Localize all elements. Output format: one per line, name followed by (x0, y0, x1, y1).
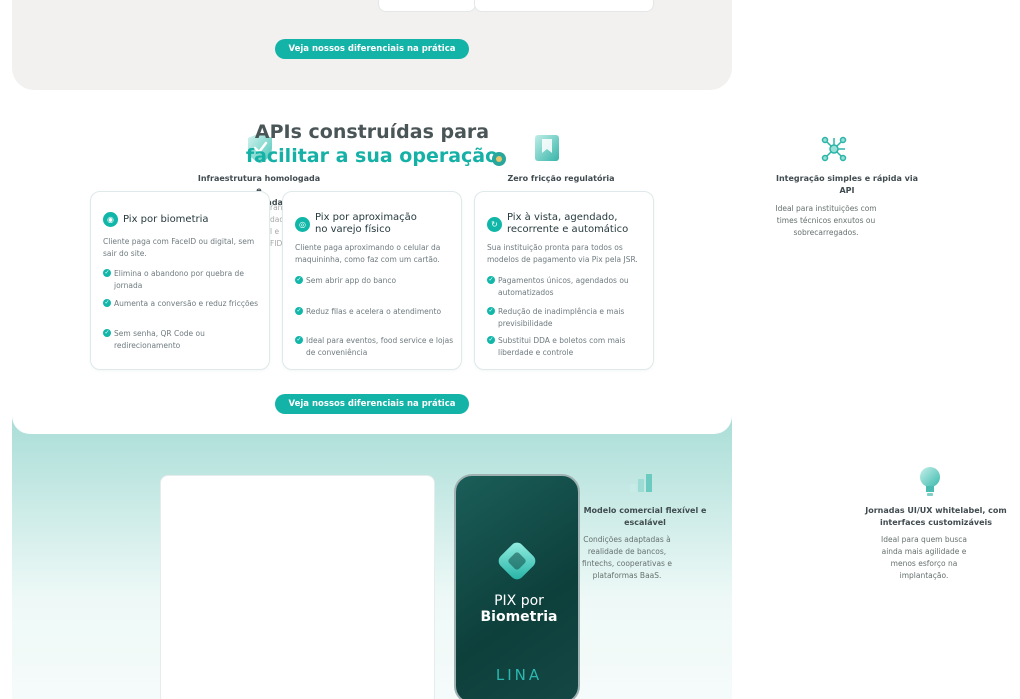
card-header: ↻ Pix à vista, agendado, recorrente e au… (487, 212, 628, 236)
lightbulb-icon (918, 465, 942, 503)
check-icon: ✓ (487, 276, 495, 284)
feature-title-line: interfaces customizáveis (879, 518, 993, 527)
card-header: ◎ Pix por aproximação no varejo físico (295, 212, 417, 236)
bullet-text: Aumenta a conversão e reduz fricções (114, 299, 259, 308)
check-icon: ✓ (487, 307, 495, 315)
media-panel (160, 475, 435, 699)
card-desc: Cliente paga com FaceID ou digital, sem … (103, 237, 255, 258)
phone-title-line2: Biometria (480, 609, 558, 625)
feature-desc-line: Ideal para quem busca (880, 535, 968, 544)
card-title-line: Pix à vista, agendado, (507, 212, 618, 223)
bullet-text: Pagamentos únicos, agendados ou automati… (498, 276, 629, 297)
list-item: ✓ Sem abrir app do banco (295, 275, 455, 287)
check-icon: ✓ (295, 276, 303, 284)
card-pix-aproximacao: ◎ Pix por aproximação no varejo físico C… (282, 191, 462, 370)
feature-desc-line: Ideal para instituições com (775, 204, 877, 213)
card-desc: Cliente paga aproximando o celular da ma… (295, 243, 441, 264)
check-icon: ✓ (487, 336, 495, 344)
network-icon (820, 135, 848, 167)
refresh-icon: ↻ (487, 216, 502, 232)
card-desc: Sua instituição pronta para todos os mod… (487, 243, 638, 264)
check-icon: ✓ (295, 336, 303, 344)
card-title-line: no varejo físico (315, 224, 391, 235)
section-heading-accent: facilitar a sua operação (245, 145, 499, 167)
card-title-line: recorrente e automático (507, 224, 629, 235)
section-heading: APIs construídas para (254, 121, 490, 143)
feature-desc-line: realidade de bancos, (587, 547, 667, 556)
bullet-text: Substitui DDA e boletos com mais liberda… (498, 336, 626, 357)
top-card-right (474, 0, 654, 12)
feature-title-line: API (839, 186, 855, 195)
check-icon: ✓ (103, 299, 111, 307)
feature-title-integracao: Integração simples e rápida via API (775, 173, 919, 197)
check-icon: ✓ (295, 307, 303, 315)
list-item: ✓ Elimina o abandono por quebra de jornad… (103, 268, 263, 292)
cta-bottom-button[interactable]: Veja nossos diferenciais na prática (275, 394, 469, 414)
scroll-indicator-icon (491, 151, 507, 171)
phone-mockup: PIX por Biometria LINA (454, 474, 580, 699)
feature-title-line: Integração simples e rápida via (776, 174, 918, 183)
feature-title-modelo: Modelo comercial flexível e escalável (582, 505, 708, 529)
list-item: ✓ Reduz filas e acelera o atendimento (295, 306, 455, 318)
feature-title-line: escalável (624, 518, 666, 527)
card-title: Pix por aproximação no varejo físico (315, 212, 417, 236)
feature-desc-modelo: Condições adaptadas à realidade de banco… (572, 534, 682, 582)
bullet-text: Redução de inadimplência e mais previsib… (498, 307, 625, 328)
feature-desc-line: menos esforço na (890, 559, 958, 568)
feature-desc-jornadas: Ideal para quem busca ainda mais agilida… (864, 534, 984, 582)
feature-desc-line: Condições adaptadas à (583, 535, 671, 544)
check-icon: ✓ (103, 269, 111, 277)
phone-title-line1: PIX por (494, 593, 544, 609)
feature-title-zero: Zero fricção regulatória (507, 174, 615, 183)
card-pix-biometria: ◉ Pix por biometria Cliente paga com Fac… (90, 191, 270, 370)
list-item: ✓ Ideal para eventos, food service e loja… (295, 335, 455, 359)
brand-logo: LINA (495, 666, 543, 684)
feature-desc-line: times técnicos enxutos ou (776, 216, 876, 225)
feature-desc-line: ainda mais agilidade e (881, 547, 967, 556)
feature-title-jornadas: Jornadas UI/UX whitelabel, com interface… (862, 505, 1010, 529)
card-title-line: Pix por aproximação (315, 212, 417, 223)
top-card-left (378, 0, 476, 12)
bullet-text: Sem abrir app do banco (306, 276, 397, 285)
check-icon: ✓ (103, 329, 111, 337)
bullet-text: Ideal para eventos, food service e lojas… (306, 336, 454, 357)
card-title: Pix por biometria (123, 213, 209, 225)
contactless-icon: ◎ (295, 216, 310, 232)
feature-title-line: Modelo comercial flexível e (583, 506, 707, 515)
pix-logo-icon (498, 542, 536, 580)
card-header: ◉ Pix por biometria (103, 212, 209, 227)
list-item: ✓ Sem senha, QR Code ou redirecionamento (103, 328, 263, 352)
bar-chart-icon (628, 470, 658, 498)
bullet-text: Sem senha, QR Code ou redirecionamento (114, 329, 205, 350)
feature-desc-line: implantação. (899, 571, 949, 580)
list-item: ✓ Aumenta a conversão e reduz fricções (103, 298, 263, 310)
feature-desc-line: plataformas BaaS. (592, 571, 662, 580)
feature-title-line: Jornadas UI/UX whitelabel, com (865, 506, 1007, 515)
feature-desc-line: fintechs, cooperativas e (582, 559, 672, 568)
bullet-text: Reduz filas e acelera o atendimento (306, 307, 442, 316)
card-title: Pix à vista, agendado, recorrente e auto… (507, 212, 628, 236)
fingerprint-icon: ◉ (103, 212, 118, 227)
bookmark-doc-icon (533, 133, 561, 167)
feature-desc-integracao: Ideal para instituições com times técnic… (766, 203, 886, 239)
list-item: ✓ Redução de inadimplência e mais previsi… (487, 306, 647, 330)
list-item: ✓ Substitui DDA e boletos com mais liberd… (487, 335, 647, 359)
cta-top-button[interactable]: Veja nossos diferenciais na prática (275, 39, 469, 59)
feature-desc-line: sobrecarregados. (793, 228, 859, 237)
list-item: ✓ Pagamentos únicos, agendados ou automat… (487, 275, 647, 299)
bullet-text: Elimina o abandono por quebra de jornada (114, 269, 244, 290)
card-pix-agendado: ↻ Pix à vista, agendado, recorrente e au… (474, 191, 654, 370)
